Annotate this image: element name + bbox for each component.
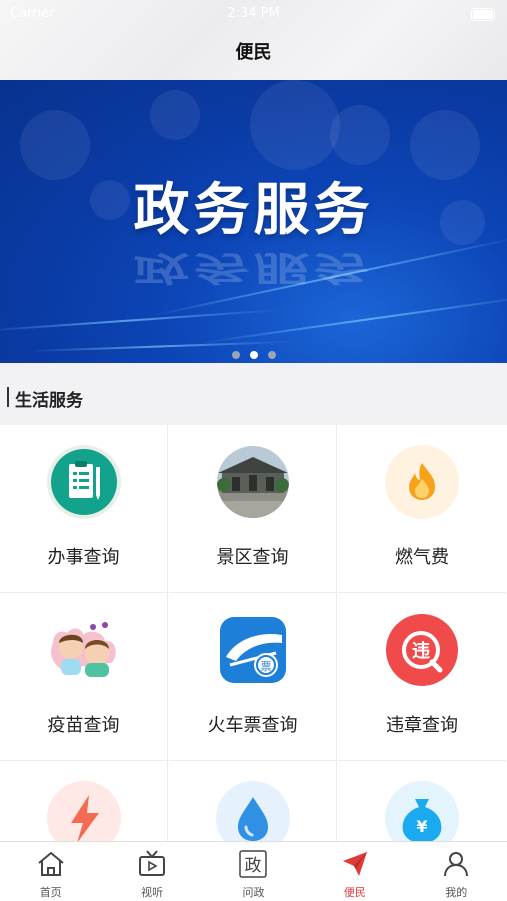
tab-media[interactable]: 视听 — [101, 842, 202, 901]
tab-inquiry[interactable]: 政 问政 — [203, 842, 304, 901]
status-time: 2:34 PM — [227, 6, 280, 21]
service-item-finance[interactable]: ¥ — [338, 761, 506, 841]
service-label: 火车票查询 — [207, 715, 298, 736]
service-item-affairs[interactable]: 办事查询 — [0, 425, 168, 593]
tab-label: 视听 — [141, 886, 164, 899]
service-item-train[interactable]: 票 火车票查询 — [169, 593, 337, 761]
train-ticket-icon: 票 — [216, 613, 290, 687]
service-item-water[interactable] — [169, 761, 337, 841]
tab-label: 我的 — [445, 886, 468, 899]
services-grid: 办事查询 景区查询 燃气费 疫苗查询 票 火车票查询 违 违章查询 ¥ — [0, 425, 507, 841]
banner-headline: 政务服务 — [133, 178, 374, 243]
violation-icon: 违 — [385, 613, 459, 687]
service-label: 燃气费 — [395, 547, 449, 568]
water-drop-icon — [215, 781, 290, 841]
status-bar: Carrier 2:34 PM — [0, 0, 507, 28]
user-icon — [444, 852, 469, 877]
carousel-pagination[interactable] — [0, 344, 507, 363]
flame-icon — [385, 445, 459, 519]
service-item-violation[interactable]: 违 违章查询 — [338, 593, 506, 761]
paper-plane-icon — [342, 852, 367, 876]
svg-text:票: 票 — [260, 660, 271, 673]
service-item-electricity[interactable] — [0, 761, 168, 841]
lightning-icon — [46, 781, 121, 841]
service-label: 办事查询 — [47, 547, 120, 568]
home-icon — [38, 851, 64, 876]
service-item-vaccine[interactable]: 疫苗查询 — [0, 593, 168, 761]
tab-home[interactable]: 首页 — [0, 842, 101, 901]
scenic-photo-icon — [216, 445, 290, 519]
banner-headline-reflection: 政务服务 — [133, 248, 374, 288]
banner-carousel[interactable]: 政务服务 政务服务 — [0, 80, 507, 363]
tab-convenience[interactable]: 便民 — [304, 842, 405, 901]
zheng-icon: 政 — [239, 850, 268, 878]
tab-label: 首页 — [39, 886, 62, 899]
tab-mine[interactable]: 我的 — [406, 842, 507, 901]
tab-label: 问政 — [242, 886, 265, 899]
tab-label: 便民 — [343, 886, 366, 899]
svg-text:¥: ¥ — [416, 817, 427, 836]
pagination-dot[interactable] — [267, 351, 276, 359]
service-item-scenic[interactable]: 景区查询 — [169, 425, 337, 593]
service-item-gas[interactable]: 燃气费 — [338, 425, 506, 593]
service-label: 疫苗查询 — [47, 715, 120, 736]
service-label: 景区查询 — [216, 547, 289, 568]
svg-text:违: 违 — [412, 640, 430, 662]
section-header-life-services: 生活服务 — [0, 363, 507, 425]
section-marker — [7, 387, 9, 407]
section-title: 生活服务 — [15, 391, 83, 411]
pagination-dot[interactable] — [231, 351, 240, 359]
checklist-icon — [46, 445, 121, 519]
pagination-dot-active[interactable] — [249, 351, 258, 359]
money-bag-icon: ¥ — [385, 781, 459, 841]
page-title: 便民 — [235, 42, 272, 63]
tv-icon — [139, 850, 166, 876]
tab-bar: 首页 视听 政 问政 便民 我的 — [0, 841, 507, 901]
vaccine-kids-icon — [47, 613, 121, 687]
service-label: 违章查询 — [386, 715, 458, 736]
battery-icon — [471, 8, 495, 21]
svg-text:政: 政 — [245, 856, 262, 876]
